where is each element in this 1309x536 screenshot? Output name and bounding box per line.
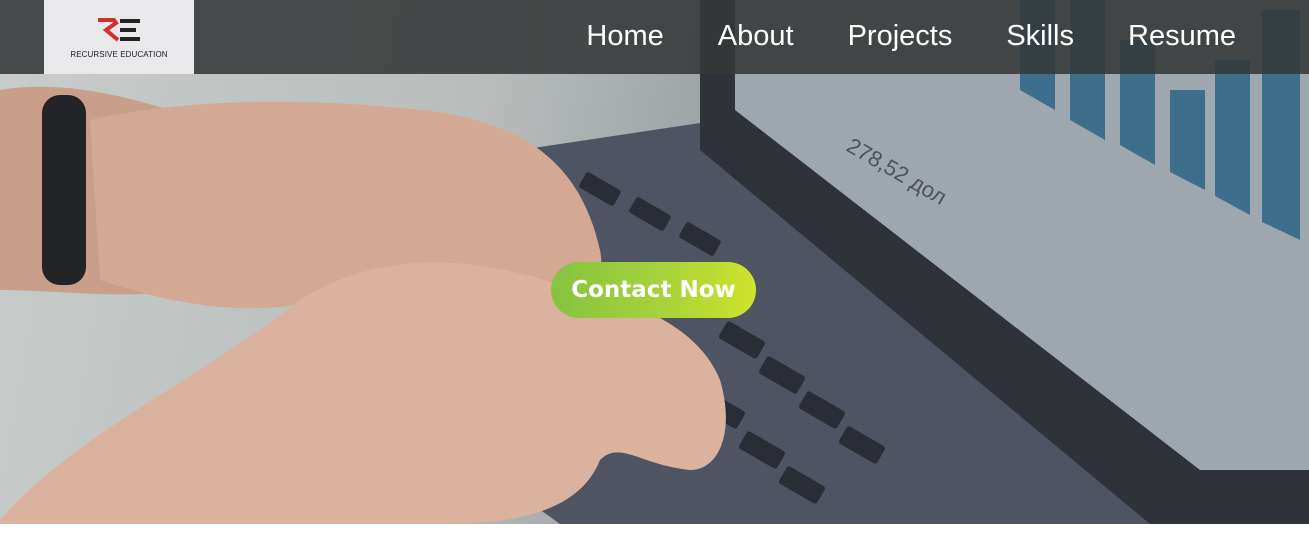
logo-text: RECURSIVE EDUCATION [70, 50, 168, 59]
main-nav: Home About Projects Skills Resume [586, 18, 1236, 54]
wristwatch [42, 95, 86, 285]
contact-now-button[interactable]: Contact Now [551, 262, 756, 318]
nav-link-resume[interactable]: Resume [1128, 18, 1236, 54]
top-navbar: RECURSIVE EDUCATION Home About Projects … [0, 0, 1309, 74]
nav-link-home[interactable]: Home [586, 18, 663, 54]
logo[interactable]: RECURSIVE EDUCATION [44, 0, 194, 74]
nav-link-about[interactable]: About [718, 18, 794, 54]
nav-link-skills[interactable]: Skills [1006, 18, 1074, 54]
nav-link-projects[interactable]: Projects [848, 18, 953, 54]
logo-mark-icon [98, 18, 140, 42]
